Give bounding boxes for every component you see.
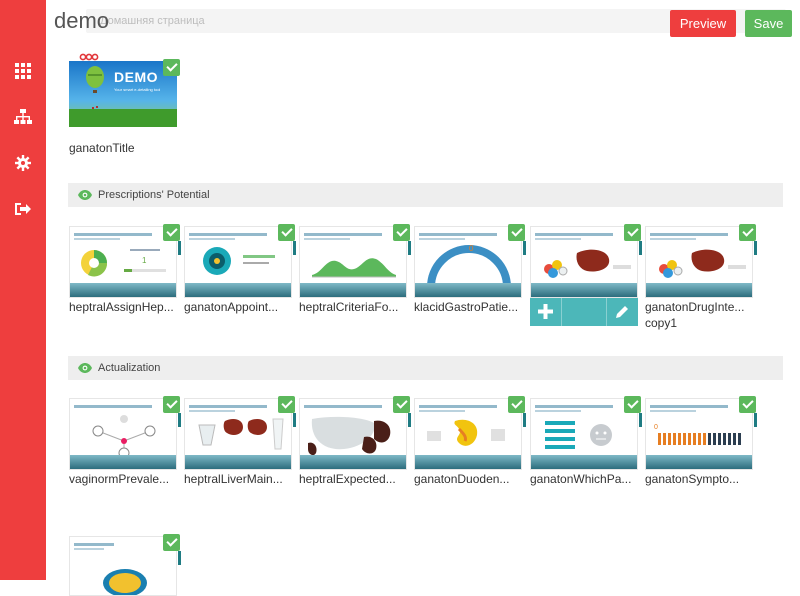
eye-icon[interactable] <box>78 190 92 200</box>
slide-thumbnail <box>530 226 638 298</box>
slide-label: heptralLiverMain... <box>184 472 283 486</box>
slide-thumbnail <box>299 226 407 298</box>
slide-thumbnail <box>184 398 292 470</box>
grid-icon[interactable] <box>14 62 32 80</box>
slide-thumbnail: 0 <box>645 398 753 470</box>
selected-check-icon[interactable] <box>163 224 180 241</box>
slide-hover-toolbar <box>530 298 638 326</box>
slide-thumbnail: 0 <box>414 226 522 298</box>
selected-check-icon[interactable] <box>508 224 525 241</box>
slides-area: DEMO Your smart e-detailing tool ganaton… <box>46 46 800 596</box>
selected-check-icon[interactable] <box>393 396 410 413</box>
slide-label: ganatonDrugInte... <box>645 300 745 314</box>
sidebar <box>0 0 46 580</box>
selected-check-icon[interactable] <box>739 396 756 413</box>
selected-check-icon[interactable] <box>624 224 641 241</box>
slide-thumbnail <box>69 536 177 596</box>
slide-thumbnail <box>530 398 638 470</box>
selected-check-icon[interactable] <box>278 224 295 241</box>
slide-label: heptralExpected... <box>299 472 396 486</box>
slide-thumbnail <box>184 226 292 298</box>
slide-thumbnail <box>299 398 407 470</box>
slide-thumbnail: 1 <box>69 226 177 298</box>
section-title: Prescriptions' Potential <box>98 189 210 201</box>
page-title: demo <box>54 8 110 33</box>
slide-label: heptralCriteriaFo... <box>299 300 399 314</box>
section-title: Actualization <box>98 362 161 374</box>
selected-check-icon[interactable] <box>393 224 410 241</box>
slide-thumbnail: DEMO Your smart e-detailing tool <box>69 61 177 133</box>
slide-label: klacidGastroPatie... <box>414 300 519 314</box>
breadcrumb-text: Домашняя страница <box>100 15 205 27</box>
slide-label: heptralAssignHep... <box>69 300 174 314</box>
selected-check-icon[interactable] <box>278 396 295 413</box>
sitemap-icon[interactable] <box>14 108 32 126</box>
slide-label: ganatonDuoden... <box>414 472 510 486</box>
slide-label: ganatonSympto... <box>645 472 740 486</box>
slide-thumbnail <box>645 226 753 298</box>
selected-check-icon[interactable] <box>508 396 525 413</box>
selected-check-icon[interactable] <box>163 59 180 76</box>
section-header[interactable]: Actualization <box>68 356 783 380</box>
slide-thumbnail <box>69 398 177 470</box>
selected-check-icon[interactable] <box>624 396 641 413</box>
section-header[interactable]: Prescriptions' Potential <box>68 183 783 207</box>
brand-logo-icon <box>79 48 99 66</box>
selected-check-icon[interactable] <box>739 224 756 241</box>
slide-label: ganatonAppoint... <box>184 300 279 314</box>
gear-icon[interactable] <box>14 154 32 172</box>
slide-thumbnail <box>414 398 522 470</box>
slide-label: ganatonTitle <box>69 141 135 155</box>
svg-text:1: 1 <box>142 256 147 265</box>
slide-label: ganatonWhichPa... <box>530 472 632 486</box>
svg-text:0: 0 <box>654 424 658 431</box>
save-button[interactable]: Save <box>745 10 792 37</box>
demo-logo-text: DEMO <box>114 69 158 85</box>
selected-check-icon[interactable] <box>163 396 180 413</box>
svg-text:0: 0 <box>469 244 474 253</box>
preview-button[interactable]: Preview <box>670 10 736 37</box>
selected-check-icon[interactable] <box>163 534 180 551</box>
slide-label-line2: copy1 <box>645 316 678 330</box>
eye-icon[interactable] <box>78 363 92 373</box>
demo-tagline: Your smart e-detailing tool <box>114 87 161 92</box>
sign-out-icon[interactable] <box>14 200 32 218</box>
add-icon[interactable] <box>538 304 553 319</box>
edit-icon[interactable] <box>615 304 630 319</box>
slide-label: vaginormPrevale... <box>69 472 170 486</box>
